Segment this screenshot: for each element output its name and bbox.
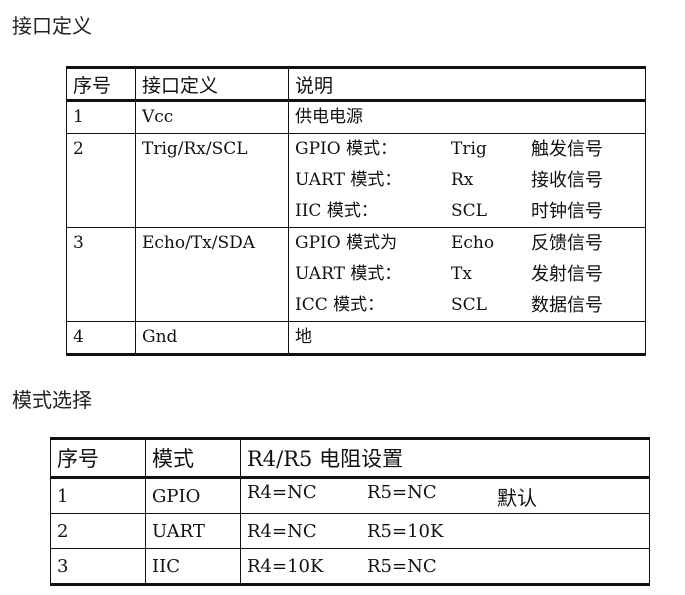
- header-index: 序号: [66, 66, 136, 102]
- signal-purpose: 反馈信号: [531, 233, 603, 254]
- row-interface: Echo/Tx/SDA: [135, 227, 289, 322]
- description-line: ICC 模式： SCL 数据信号: [295, 290, 639, 321]
- row-interface: Trig/Rx/SCL: [135, 133, 289, 228]
- mode-selection-table: 序号 模式 R4/R5 电阻设置 1 GPIO R4=NC R5=NC 默认 2 UART R…: [50, 437, 650, 586]
- row-interface: Gnd: [135, 321, 289, 356]
- mode-label: IIC 模式：: [295, 201, 378, 221]
- r5-setting: R5=NC: [367, 555, 437, 577]
- signal-purpose: 时钟信号: [531, 201, 603, 222]
- description-line: GPIO 模式为 Echo 反馈信号: [295, 228, 639, 259]
- signal-name: SCL: [451, 295, 487, 315]
- resistor-settings: R4=NC R5=10K: [247, 521, 643, 542]
- signal-name: Tx: [451, 264, 472, 284]
- mode-label: 地: [295, 327, 312, 347]
- mode-label: UART 模式：: [295, 170, 402, 190]
- row-mode: UART: [145, 513, 241, 549]
- signal-purpose: 触发信号: [531, 139, 603, 160]
- r4-setting: R4=NC: [247, 520, 317, 542]
- row-index: 4: [66, 321, 136, 356]
- table-row: 1 GPIO R4=NC R5=NC 默认: [50, 477, 650, 514]
- header-interface: 接口定义: [135, 66, 289, 102]
- mode-label: 供电电源: [295, 107, 363, 127]
- signal-purpose: [531, 322, 639, 353]
- header-resistor: R4/R5 电阻设置: [240, 437, 650, 479]
- default-note: 默认: [497, 485, 537, 510]
- header-description: 说明: [288, 66, 646, 102]
- signal-purpose: 发射信号: [531, 264, 603, 285]
- signal-name: [451, 322, 531, 353]
- row-description: GPIO 模式： Trig 触发信号 UART 模式： Rx 接收信号 IIC 模式： SC…: [288, 133, 646, 228]
- table-header-row: 序号 接口定义 说明: [66, 66, 646, 102]
- header-mode: 模式: [145, 437, 241, 479]
- default-note: [497, 521, 643, 542]
- section-title-interface: 接口定义: [12, 14, 92, 38]
- signal-purpose: 数据信号: [531, 295, 603, 316]
- resistor-settings: R4=NC R5=NC 默认: [247, 482, 643, 511]
- signal-purpose: [531, 102, 639, 133]
- r4-setting: R4=10K: [247, 555, 324, 577]
- mode-label: GPIO 模式为: [295, 233, 398, 253]
- row-resistor: R4=NC R5=10K: [240, 513, 650, 549]
- row-index: 3: [66, 227, 136, 322]
- resistor-settings: R4=10K R5=NC: [247, 556, 643, 577]
- row-interface: Vcc: [135, 100, 289, 134]
- row-description: 地: [288, 321, 646, 356]
- mode-label: UART 模式：: [295, 264, 402, 284]
- table-header-row: 序号 模式 R4/R5 电阻设置: [50, 437, 650, 479]
- mode-label: GPIO 模式：: [295, 139, 398, 159]
- row-resistor: R4=NC R5=NC 默认: [240, 477, 650, 514]
- row-index: 2: [50, 513, 146, 549]
- description-line: UART 模式： Rx 接收信号: [295, 165, 639, 196]
- section-title-mode: 模式选择: [12, 388, 92, 412]
- description-line: UART 模式： Tx 发射信号: [295, 259, 639, 290]
- r4-setting: R4=NC: [247, 481, 317, 503]
- table-row: 2 UART R4=NC R5=10K: [50, 513, 650, 549]
- table-row: 3 Echo/Tx/SDA GPIO 模式为 Echo 反馈信号 UART 模式： Tx 发射…: [66, 227, 646, 322]
- signal-purpose: 接收信号: [531, 170, 603, 191]
- description-line: IIC 模式： SCL 时钟信号: [295, 196, 639, 227]
- row-description: 供电电源: [288, 100, 646, 134]
- signal-name: Echo: [451, 233, 495, 253]
- signal-name: Trig: [451, 139, 487, 159]
- r5-setting: R5=NC: [367, 481, 437, 503]
- row-index: 1: [66, 100, 136, 134]
- row-description: GPIO 模式为 Echo 反馈信号 UART 模式： Tx 发射信号 ICC 模式： SC…: [288, 227, 646, 322]
- interface-definition-table: 序号 接口定义 说明 1 Vcc 供电电源 2 Trig/Rx/SCL GPIO 模式： T…: [66, 66, 646, 356]
- row-index: 3: [50, 548, 146, 586]
- signal-name: Rx: [451, 170, 474, 190]
- description-line: 供电电源: [295, 102, 639, 133]
- signal-name: SCL: [451, 201, 487, 221]
- header-index: 序号: [50, 437, 146, 479]
- table-row: 3 IIC R4=10K R5=NC: [50, 548, 650, 586]
- row-mode: GPIO: [145, 477, 241, 514]
- description-line: 地: [295, 322, 639, 353]
- row-resistor: R4=10K R5=NC: [240, 548, 650, 586]
- table-row: 4 Gnd 地: [66, 321, 646, 356]
- row-mode: IIC: [145, 548, 241, 586]
- table-row: 2 Trig/Rx/SCL GPIO 模式： Trig 触发信号 UART 模式： Rx 接收…: [66, 133, 646, 228]
- description-line: GPIO 模式： Trig 触发信号: [295, 134, 639, 165]
- row-index: 2: [66, 133, 136, 228]
- mode-label: ICC 模式：: [295, 295, 385, 315]
- r5-setting: R5=10K: [367, 520, 444, 542]
- row-index: 1: [50, 477, 146, 514]
- default-note: [497, 556, 643, 577]
- table-row: 1 Vcc 供电电源: [66, 100, 646, 134]
- signal-name: [451, 102, 531, 133]
